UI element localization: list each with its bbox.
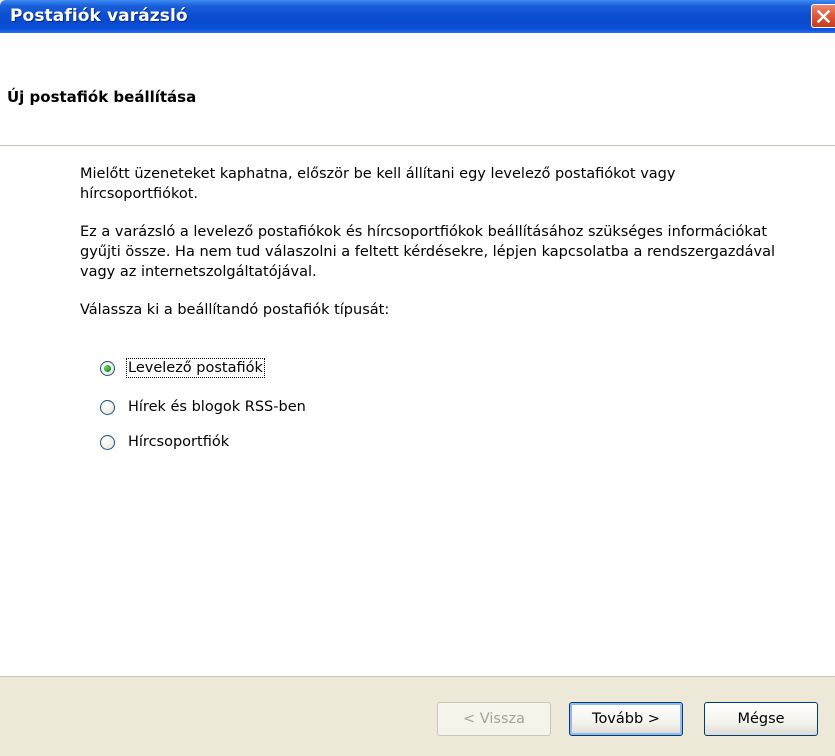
intro-paragraph: Mielőtt üzeneteket kaphatna, először be …: [80, 166, 676, 202]
cancel-button[interactable]: Mégse: [704, 702, 818, 736]
back-button[interactable]: < Vissza: [437, 702, 551, 736]
radio-button-checked[interactable]: [100, 360, 115, 376]
radio-option-mail-account[interactable]: Levelező postafiók: [100, 357, 265, 379]
radio-button[interactable]: [100, 399, 115, 415]
wizard-header: Új postafiók beállítása: [0, 33, 835, 146]
radio-label: Levelező postafiók: [126, 358, 265, 378]
info-paragraph: Ez a varázsló a levelező postafiókok és …: [80, 224, 776, 280]
window-title: Postafiók varázsló: [10, 6, 188, 26]
next-button[interactable]: Tovább >: [569, 702, 683, 736]
page-title: Új postafiók beállítása: [7, 88, 197, 106]
radio-label: Hírcsoportfiók: [128, 434, 230, 450]
close-icon: [817, 10, 830, 23]
wizard-window: Postafiók varázsló Új postafiók beállítá…: [0, 0, 835, 756]
radio-option-newsgroup[interactable]: Hírcsoportfiók: [100, 431, 229, 453]
title-bar[interactable]: Postafiók varázsló: [0, 0, 835, 33]
close-button[interactable]: [811, 4, 835, 28]
account-type-prompt: Válassza ki a beállítandó postafiók típu…: [80, 302, 390, 318]
radio-option-rss[interactable]: Hírek és blogok RSS-ben: [100, 396, 306, 418]
radio-label: Hírek és blogok RSS-ben: [128, 399, 306, 415]
radio-button[interactable]: [100, 434, 115, 450]
